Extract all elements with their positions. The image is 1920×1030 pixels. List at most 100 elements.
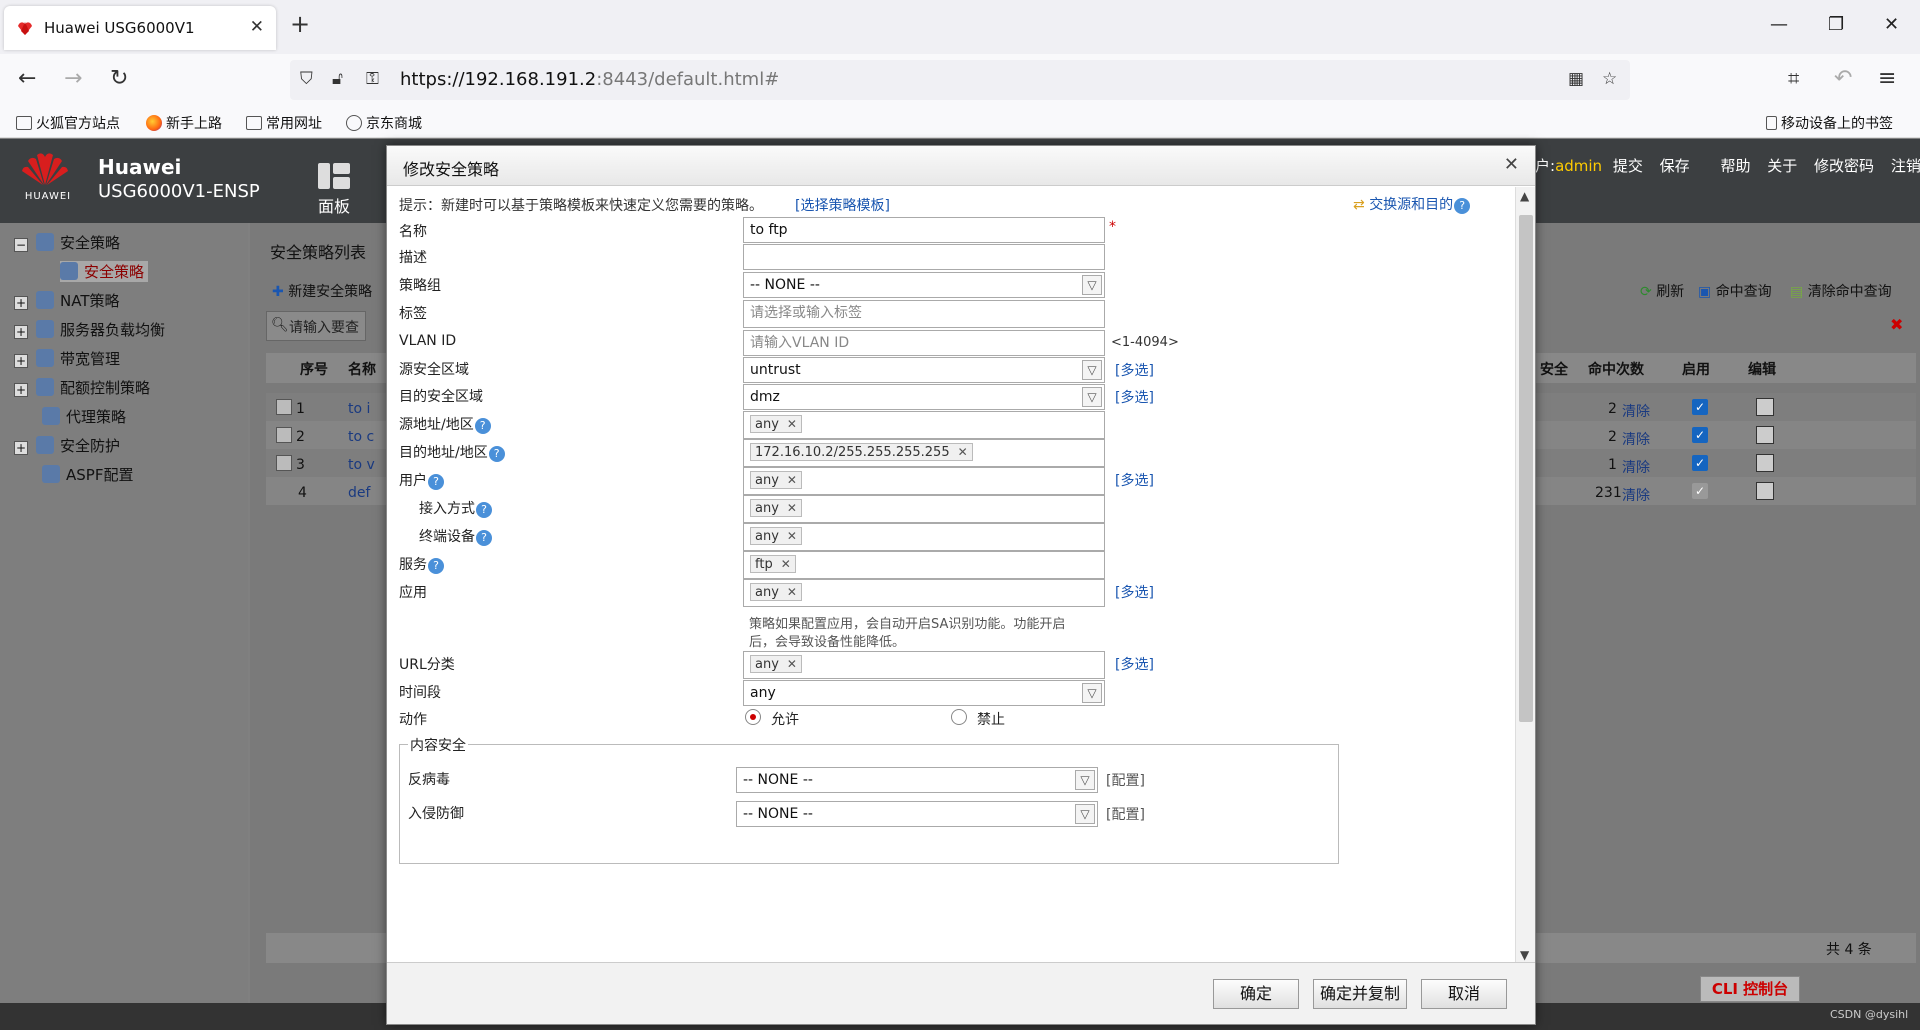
- submit-link[interactable]: 提交: [1613, 157, 1643, 175]
- hit-query-button[interactable]: ▣ 命中查询: [1698, 281, 1772, 301]
- qr-code-icon[interactable]: ▦: [1568, 69, 1584, 89]
- terminal-device-tag[interactable]: any ✕: [750, 527, 802, 545]
- tree-security-policy-group[interactable]: − 安全策略: [14, 232, 120, 253]
- scrollbar-thumb[interactable]: [1519, 215, 1533, 722]
- bookmark-folder-1[interactable]: 火狐官方站点: [16, 113, 120, 133]
- panel-button[interactable]: 面板: [312, 163, 356, 217]
- bookmark-4[interactable]: 京东商城: [346, 113, 422, 133]
- row-edit-icon[interactable]: [1756, 454, 1774, 472]
- row-enable-checkbox[interactable]: ✓: [1692, 399, 1708, 415]
- ips-config-link[interactable]: [配置]: [1106, 804, 1145, 824]
- help-link[interactable]: 帮助: [1720, 157, 1750, 175]
- help-icon[interactable]: ?: [428, 558, 444, 574]
- row-clear-link[interactable]: 清除: [1622, 485, 1650, 505]
- tree-quota-control[interactable]: + 配额控制策略: [14, 377, 150, 398]
- ok-copy-button[interactable]: 确定并复制: [1313, 979, 1407, 1009]
- dialog-scrollbar[interactable]: ▲ ▼: [1515, 187, 1535, 964]
- scroll-down-icon[interactable]: ▼: [1520, 948, 1529, 962]
- user-field[interactable]: any ✕: [743, 467, 1105, 495]
- tree-aspf[interactable]: ASPF配置: [42, 464, 133, 485]
- dst-zone-multi-link[interactable]: [多选]: [1115, 387, 1154, 407]
- save-link[interactable]: 保存: [1660, 157, 1690, 175]
- help-icon[interactable]: ?: [476, 530, 492, 546]
- clear-hit-button[interactable]: ▤ 清除命中查询: [1790, 281, 1892, 301]
- row-name-link[interactable]: to v: [348, 457, 375, 473]
- service-tag[interactable]: ftp ✕: [750, 555, 796, 573]
- ok-button[interactable]: 确定: [1213, 979, 1299, 1009]
- antivirus-config-link[interactable]: [配置]: [1106, 770, 1145, 790]
- row-enable-checkbox[interactable]: ✓: [1692, 483, 1708, 499]
- remove-tag-icon[interactable]: ✕: [787, 417, 797, 431]
- dialog-close-icon[interactable]: ✕: [1504, 154, 1519, 175]
- shield-icon[interactable]: ⛉: [300, 69, 313, 89]
- application-multi-link[interactable]: [多选]: [1115, 582, 1154, 602]
- change-password-link[interactable]: 修改密码: [1814, 157, 1874, 175]
- bookmark-folder-3[interactable]: 常用网址: [246, 113, 322, 133]
- url-text[interactable]: https://192.168.191.2:8443/default.html#: [400, 69, 779, 90]
- access-mode-field[interactable]: any ✕: [743, 495, 1105, 523]
- chevron-down-icon[interactable]: ▽: [1082, 683, 1102, 703]
- antivirus-select[interactable]: -- NONE -- ▽: [736, 767, 1098, 793]
- row-checkbox[interactable]: [276, 427, 292, 443]
- help-icon[interactable]: ?: [428, 474, 444, 490]
- policy-group-select[interactable]: -- NONE -- ▽: [743, 272, 1105, 298]
- row-enable-checkbox[interactable]: ✓: [1692, 427, 1708, 443]
- cli-console-button[interactable]: CLI 控制台: [1700, 976, 1800, 1002]
- allow-radio[interactable]: [745, 709, 761, 725]
- application-field[interactable]: any ✕: [743, 579, 1105, 607]
- row-checkbox[interactable]: [276, 455, 292, 471]
- mobile-bookmarks[interactable]: 移动设备上的书签: [1766, 113, 1893, 133]
- src-addr-field[interactable]: any ✕: [743, 411, 1105, 439]
- tab-close-icon[interactable]: ✕: [250, 17, 264, 37]
- new-tab-icon[interactable]: +: [290, 10, 310, 38]
- url-category-field[interactable]: any ✕: [743, 651, 1105, 679]
- tree-proxy-policy[interactable]: 代理策略: [42, 406, 126, 427]
- ips-select[interactable]: -- NONE -- ▽: [736, 801, 1098, 827]
- tree-server-load-balance[interactable]: + 服务器负载均衡: [14, 319, 165, 340]
- chevron-down-icon[interactable]: ▽: [1082, 360, 1102, 380]
- user-multi-link[interactable]: [多选]: [1115, 470, 1154, 490]
- scroll-up-icon[interactable]: ▲: [1520, 189, 1529, 203]
- collapse-icon[interactable]: −: [14, 238, 28, 252]
- chevron-down-icon[interactable]: ▽: [1075, 770, 1095, 790]
- application-tag[interactable]: any ✕: [750, 583, 802, 601]
- tree-security-protection[interactable]: + 安全防护: [14, 435, 120, 456]
- tree-bandwidth[interactable]: + 带宽管理: [14, 348, 120, 369]
- src-addr-tag[interactable]: any ✕: [750, 415, 802, 433]
- dst-addr-field[interactable]: 172.16.10.2/255.255.255.255 ✕: [743, 439, 1105, 467]
- undo-icon[interactable]: ↶: [1834, 66, 1852, 91]
- about-link[interactable]: 关于: [1767, 157, 1797, 175]
- url-category-multi-link[interactable]: [多选]: [1115, 654, 1154, 674]
- row-clear-link[interactable]: 清除: [1622, 401, 1650, 421]
- chevron-down-icon[interactable]: ▽: [1082, 275, 1102, 295]
- cancel-button[interactable]: 取消: [1421, 979, 1507, 1009]
- name-field[interactable]: to ftp: [743, 217, 1105, 243]
- deny-radio[interactable]: [951, 709, 967, 725]
- row-enable-checkbox[interactable]: ✓: [1692, 455, 1708, 471]
- row-checkbox[interactable]: [276, 399, 292, 415]
- vlan-input[interactable]: 请输入VLAN ID: [743, 330, 1105, 356]
- help-icon[interactable]: ?: [1454, 198, 1471, 214]
- row-name-link[interactable]: to c: [348, 429, 374, 445]
- expand-icon[interactable]: +: [14, 383, 28, 397]
- new-policy-button[interactable]: ✚ 新建安全策略: [272, 281, 372, 301]
- chevron-down-icon[interactable]: ▽: [1082, 387, 1102, 407]
- url-bar[interactable]: ⛉ 🔓︎ ⚿ https://192.168.191.2:8443/defaul…: [290, 60, 1630, 100]
- row-edit-icon[interactable]: [1756, 482, 1774, 500]
- logout-link[interactable]: 注销: [1891, 157, 1920, 175]
- row-name-link[interactable]: to i: [348, 401, 370, 417]
- browser-tab[interactable]: Huawei USG6000V1 ✕: [4, 6, 276, 50]
- url-category-tag[interactable]: any ✕: [750, 655, 802, 673]
- minimize-icon[interactable]: —: [1770, 14, 1788, 35]
- row-edit-icon[interactable]: [1756, 398, 1774, 416]
- refresh-button[interactable]: ⟳ 刷新: [1640, 281, 1684, 301]
- delete-icon[interactable]: ✖: [1890, 315, 1903, 334]
- reload-icon[interactable]: ↻: [110, 66, 128, 91]
- expand-icon[interactable]: +: [14, 441, 28, 455]
- terminal-device-field[interactable]: any ✕: [743, 523, 1105, 551]
- remove-tag-icon[interactable]: ✕: [958, 445, 968, 459]
- dst-addr-tag[interactable]: 172.16.10.2/255.255.255.255 ✕: [750, 443, 973, 461]
- key-icon[interactable]: ⚿: [366, 69, 379, 89]
- row-edit-icon[interactable]: [1756, 426, 1774, 444]
- service-field[interactable]: ftp ✕: [743, 551, 1105, 579]
